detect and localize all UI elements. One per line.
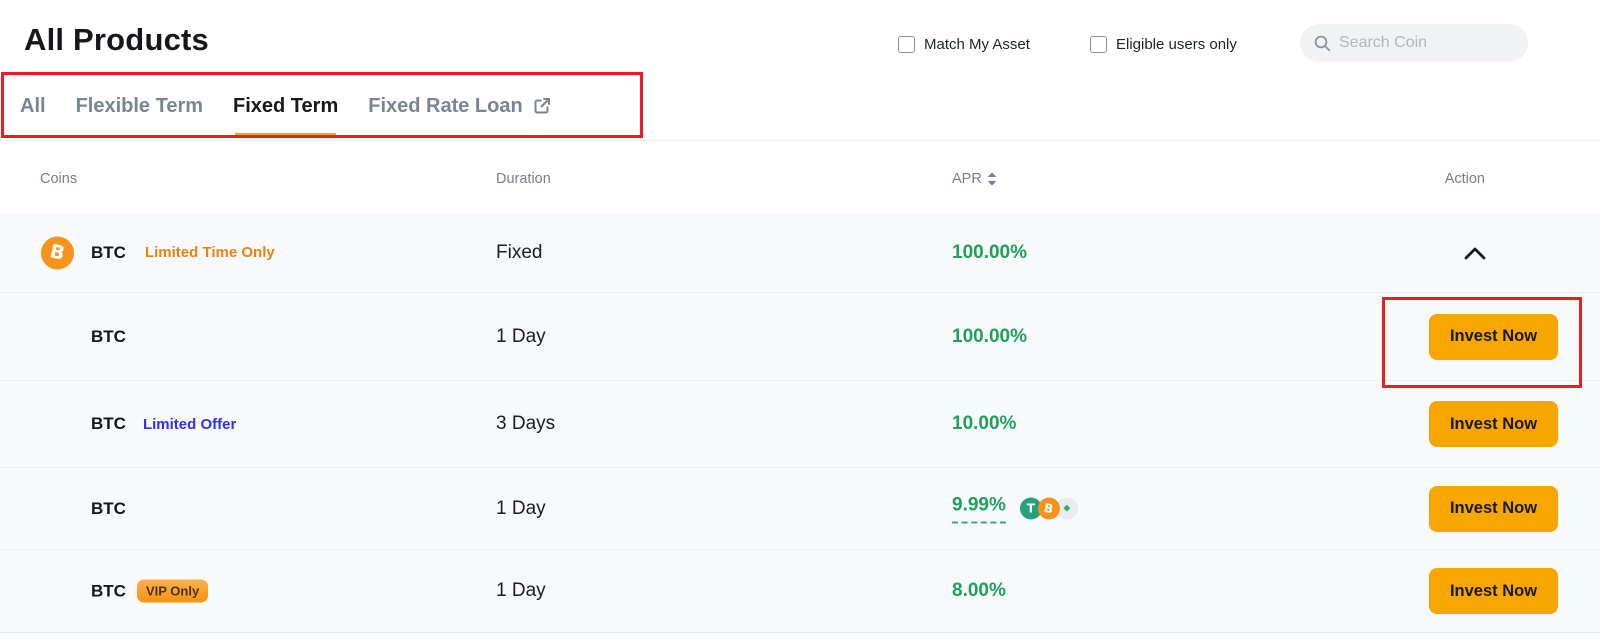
eligible-users-filter[interactable]: Eligible users only bbox=[1090, 36, 1237, 53]
apr-value-with-tooltip[interactable]: 9.99% bbox=[952, 494, 1006, 523]
duration-value: 3 Days bbox=[496, 413, 555, 435]
column-header-action: Action bbox=[1445, 171, 1485, 187]
match-my-asset-filter[interactable]: Match My Asset bbox=[898, 36, 1030, 53]
search-coin-box[interactable] bbox=[1300, 24, 1528, 62]
tab-fixed-rate-loan-label: Fixed Rate Loan bbox=[368, 95, 522, 118]
bonus-coin-stack: T B ◆ bbox=[1020, 498, 1078, 520]
active-tab-underline bbox=[235, 133, 336, 137]
table-row-btc-fixed-parent[interactable]: B BTC Limited Time Only Fixed 100.00% bbox=[0, 213, 1600, 293]
apr-value: 100.00% bbox=[952, 326, 1027, 348]
tab-flexible-term-label: Flexible Term bbox=[76, 95, 203, 118]
limited-time-only-tag: Limited Time Only bbox=[145, 244, 275, 261]
table-row-btc-3days[interactable]: BTC Limited Offer 3 Days 10.00% Invest N… bbox=[0, 381, 1600, 468]
invest-now-button[interactable]: Invest Now bbox=[1429, 401, 1558, 447]
table-row-btc-1day-bonus[interactable]: BTC 1 Day 9.99% T B ◆ Invest Now bbox=[0, 468, 1600, 550]
column-header-duration: Duration bbox=[496, 171, 551, 187]
tab-flexible-term[interactable]: Flexible Term bbox=[76, 72, 203, 140]
external-link-icon bbox=[532, 96, 552, 116]
tab-fixed-term[interactable]: Fixed Term bbox=[233, 72, 338, 140]
vip-only-badge: VIP Only bbox=[137, 580, 208, 603]
duration-value: Fixed bbox=[496, 242, 542, 264]
tab-all[interactable]: All bbox=[20, 72, 46, 140]
match-my-asset-checkbox[interactable] bbox=[898, 36, 915, 53]
bitcoin-icon: B bbox=[1038, 498, 1060, 520]
duration-value: 1 Day bbox=[496, 326, 546, 348]
coin-name: BTC bbox=[91, 499, 126, 519]
duration-value: 1 Day bbox=[496, 580, 546, 602]
eligible-users-checkbox[interactable] bbox=[1090, 36, 1107, 53]
product-tabs: All Flexible Term Fixed Term Fixed Rate … bbox=[20, 72, 552, 140]
apr-value: 8.00% bbox=[952, 580, 1006, 602]
coin-name: BTC bbox=[91, 414, 126, 434]
all-products-page: All Products Match My Asset Eligible use… bbox=[0, 0, 1600, 639]
invest-now-button[interactable]: Invest Now bbox=[1429, 568, 1558, 614]
coin-name: BTC bbox=[91, 243, 126, 263]
table-row-btc-vip[interactable]: BTC VIP Only 1 Day 8.00% Invest Now bbox=[0, 550, 1600, 633]
invest-now-button[interactable]: Invest Now bbox=[1429, 314, 1558, 360]
apr-value: 100.00% bbox=[952, 242, 1027, 264]
apr-value: 10.00% bbox=[952, 413, 1016, 435]
duration-value: 1 Day bbox=[496, 498, 546, 520]
eligible-users-label: Eligible users only bbox=[1116, 36, 1237, 53]
invest-now-button[interactable]: Invest Now bbox=[1429, 486, 1558, 532]
apr-header-label: APR bbox=[952, 171, 982, 187]
tab-fixed-term-label: Fixed Term bbox=[233, 95, 338, 118]
coin-name: BTC bbox=[91, 327, 126, 347]
search-coin-input[interactable] bbox=[1339, 34, 1514, 52]
sort-icon[interactable] bbox=[987, 172, 997, 186]
bitcoin-icon: B bbox=[41, 236, 74, 269]
chevron-up-icon[interactable] bbox=[1463, 245, 1487, 261]
column-header-apr[interactable]: APR bbox=[952, 171, 997, 187]
match-my-asset-label: Match My Asset bbox=[924, 36, 1030, 53]
tab-all-label: All bbox=[20, 95, 46, 118]
search-icon bbox=[1314, 35, 1331, 52]
column-header-coins: Coins bbox=[40, 171, 77, 187]
products-table: B BTC Limited Time Only Fixed 100.00% BT… bbox=[0, 213, 1600, 639]
next-row-edge bbox=[0, 633, 1600, 639]
table-row-btc-1day[interactable]: BTC 1 Day 100.00% Invest Now bbox=[0, 293, 1600, 381]
tabs-divider bbox=[0, 140, 1600, 141]
limited-offer-tag: Limited Offer bbox=[143, 416, 236, 433]
tab-fixed-rate-loan[interactable]: Fixed Rate Loan bbox=[368, 72, 551, 140]
bitcoin-glyph: B bbox=[48, 240, 67, 265]
coin-name: BTC bbox=[91, 581, 126, 601]
page-title: All Products bbox=[24, 22, 209, 58]
